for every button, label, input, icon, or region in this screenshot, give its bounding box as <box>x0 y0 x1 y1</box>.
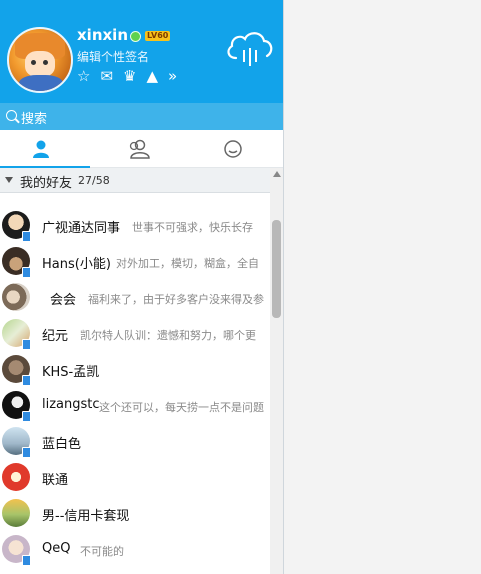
more-icon[interactable]: » <box>168 68 177 84</box>
friend-name: lizangstc <box>42 397 100 412</box>
avatar[interactable] <box>2 499 30 527</box>
level-badge[interactable]: LV60 <box>145 31 171 41</box>
friend-signature: 不可能的 <box>80 545 124 558</box>
mobile-online-icon <box>22 447 31 458</box>
cloud-rain-icon[interactable] <box>224 28 276 68</box>
person-icon <box>33 140 49 158</box>
chat-icon <box>224 140 242 158</box>
avatar[interactable] <box>2 283 30 311</box>
friend-list: 广视通达同事 世事不可强求，快乐长存 Hans(小能) 对外加工，模切，糊盒，全… <box>0 192 270 574</box>
nickname[interactable]: xinxin <box>77 26 128 44</box>
mail-icon[interactable]: ✉ <box>100 68 113 84</box>
list-item[interactable]: KHS-孟凯 <box>0 352 270 388</box>
star-icon[interactable]: ☆ <box>77 68 90 84</box>
list-item[interactable]: 纪元 凯尔特人队训：遗憾和努力，哪个更 <box>0 316 270 352</box>
friend-signature: 对外加工，模切，糊盒，全自 <box>116 257 259 270</box>
list-item[interactable]: 联通 <box>0 460 270 496</box>
mobile-online-icon <box>22 375 31 386</box>
mobile-online-icon <box>22 555 31 566</box>
group-count: 27/58 <box>78 174 110 187</box>
tab-groups[interactable] <box>94 130 188 167</box>
search-icon <box>6 110 17 121</box>
tent-icon[interactable]: ▲ <box>146 68 158 84</box>
scroll-thumb[interactable] <box>272 220 281 318</box>
friend-signature: 世事不可强求，快乐长存 <box>132 221 253 234</box>
search-bar[interactable]: 搜索 <box>0 103 283 130</box>
list-item[interactable]: 会会 福利来了，由于好多客户没来得及参 <box>0 280 270 316</box>
friend-name: 会会 <box>50 293 77 308</box>
friend-name: 纪元 <box>42 329 69 344</box>
tab-messages[interactable] <box>188 130 282 167</box>
friend-name: 联通 <box>42 473 69 488</box>
friend-name: 男--信用卡套现 <box>42 509 130 524</box>
friend-signature: 这个还可以，每天捞一点不是问题 <box>99 401 264 414</box>
list-item[interactable]: 蓝白色 <box>0 424 270 460</box>
mobile-online-icon <box>22 231 31 242</box>
friend-signature: 凯尔特人队训：遗憾和努力，哪个更 <box>80 329 256 342</box>
tab-bar <box>0 130 283 168</box>
friend-name: 广视通达同事 <box>42 221 121 236</box>
mobile-online-icon <box>22 411 31 422</box>
crown-icon[interactable]: ♛ <box>123 68 136 84</box>
friend-name: QeQ <box>42 541 71 556</box>
list-item[interactable]: lizangstc 这个还可以，每天捞一点不是问题 <box>0 388 270 424</box>
friend-name: Hans(小能) <box>42 257 111 272</box>
friend-group-header[interactable]: 我的好友 27/58 <box>0 168 270 193</box>
group-icon <box>129 139 150 159</box>
list-item[interactable]: QeQ 不可能的 <box>0 532 270 568</box>
list-item[interactable]: 广视通达同事 世事不可强求，快乐长存 <box>0 208 270 244</box>
friend-name: KHS-孟凯 <box>42 365 100 380</box>
online-status-icon[interactable] <box>130 31 141 42</box>
scroll-up-icon[interactable] <box>273 171 281 177</box>
mobile-online-icon <box>22 339 31 350</box>
group-name: 我的好友 <box>20 176 73 191</box>
friend-signature: 福利来了，由于好多客户没来得及参 <box>88 293 264 306</box>
list-item[interactable]: 男--信用卡套现 <box>0 496 270 532</box>
scrollbar[interactable] <box>270 168 283 574</box>
collapse-arrow-icon[interactable] <box>5 177 13 183</box>
header-toolbar: ☆ ✉ ♛ ▲ » <box>77 68 177 84</box>
user-avatar[interactable] <box>7 27 73 93</box>
contacts-panel: xinxin LV60 编辑个性签名 ☆ ✉ ♛ ▲ » 搜索 我的好友 27/… <box>0 0 284 574</box>
friend-name: 蓝白色 <box>42 437 82 452</box>
list-item[interactable]: Hans(小能) 对外加工，模切，糊盒，全自 <box>0 244 270 280</box>
avatar[interactable] <box>2 463 30 491</box>
search-placeholder: 搜索 <box>21 112 48 127</box>
signature-field[interactable]: 编辑个性签名 <box>77 48 149 65</box>
mobile-online-icon <box>22 267 31 278</box>
profile-header: xinxin LV60 编辑个性签名 ☆ ✉ ♛ ▲ » <box>0 0 283 103</box>
tab-contacts[interactable] <box>0 130 94 168</box>
